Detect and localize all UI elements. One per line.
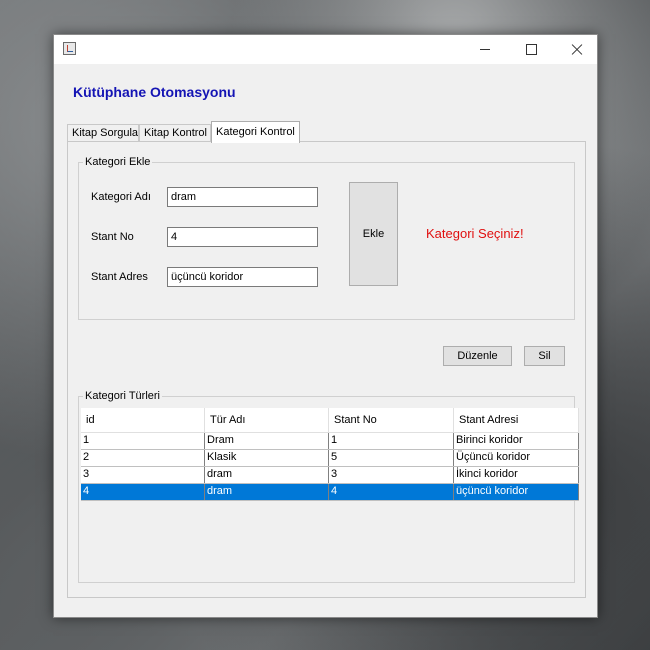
table-cell: 4 xyxy=(81,484,205,500)
table-row[interactable]: 2 Klasik 5 Üçüncü koridor xyxy=(81,450,579,467)
tab-kitap-sorgula[interactable]: Kitap Sorgula xyxy=(67,124,139,142)
table-cell: 3 xyxy=(81,467,205,483)
stant-adres-field[interactable]: üçüncü koridor xyxy=(167,267,318,287)
table-cell: 1 xyxy=(81,433,205,449)
table-cell: 2 xyxy=(81,450,205,466)
duzenle-button[interactable]: Düzenle xyxy=(443,346,512,366)
stant-no-field[interactable]: 4 xyxy=(167,227,318,247)
stant-no-label: Stant No xyxy=(91,231,134,243)
table-cell: Klasik xyxy=(205,450,329,466)
maximize-icon[interactable] xyxy=(508,35,554,64)
title-bar[interactable] xyxy=(54,35,597,64)
stant-adres-label: Stant Adres xyxy=(91,271,148,283)
tab-panel-kategori-kontrol: Kategori Ekle Kategori Adı dram Stant No… xyxy=(67,141,586,598)
table-cell: 3 xyxy=(329,467,454,483)
table-cell: İkinci koridor xyxy=(454,467,579,483)
column-header-tur-adi[interactable]: Tür Adı xyxy=(205,408,329,432)
kategori-table[interactable]: id Tür Adı Stant No Stant Adresi 1 Dram … xyxy=(81,408,579,501)
tab-kategori-kontrol[interactable]: Kategori Kontrol xyxy=(211,121,300,143)
kategori-turleri-legend: Kategori Türleri xyxy=(85,390,160,402)
kategori-turleri-group: Kategori Türleri id Tür Adı Stant No Sta… xyxy=(78,390,579,583)
close-icon[interactable] xyxy=(554,35,600,64)
java-app-icon[interactable] xyxy=(63,42,76,55)
table-cell: 5 xyxy=(329,450,454,466)
table-header: id Tür Adı Stant No Stant Adresi xyxy=(81,408,579,433)
table-cell: 4 xyxy=(329,484,454,500)
column-header-stant-adresi[interactable]: Stant Adresi xyxy=(454,408,579,432)
ekle-button[interactable]: Ekle xyxy=(349,182,398,286)
table-row[interactable]: 3 dram 3 İkinci koridor xyxy=(81,467,579,484)
column-header-stant-no[interactable]: Stant No xyxy=(329,408,454,432)
table-cell: üçüncü koridor xyxy=(454,484,579,500)
table-cell: dram xyxy=(205,484,329,500)
table-cell: Dram xyxy=(205,433,329,449)
table-cell: Birinci koridor xyxy=(454,433,579,449)
table-row-selected[interactable]: 4 dram 4 üçüncü koridor xyxy=(81,484,579,501)
kategori-ekle-legend: Kategori Ekle xyxy=(85,156,151,168)
table-cell: dram xyxy=(205,467,329,483)
app-title: Kütüphane Otomasyonu xyxy=(73,84,236,100)
column-header-id[interactable]: id xyxy=(81,408,205,432)
minimize-icon[interactable] xyxy=(462,35,508,64)
kategori-ekle-group: Kategori Ekle Kategori Adı dram Stant No… xyxy=(78,156,575,320)
table-cell: Üçüncü koridor xyxy=(454,450,579,466)
kategori-message: Kategori Seçiniz! xyxy=(426,226,524,241)
sil-button[interactable]: Sil xyxy=(524,346,565,366)
kategori-adi-label: Kategori Adı xyxy=(91,191,151,203)
table-cell: 1 xyxy=(329,433,454,449)
kategori-adi-field[interactable]: dram xyxy=(167,187,318,207)
tab-kitap-kontrol[interactable]: Kitap Kontrol xyxy=(139,124,211,142)
app-window: Kütüphane Otomasyonu Kitap Sorgula Kitap… xyxy=(53,34,598,618)
table-row[interactable]: 1 Dram 1 Birinci koridor xyxy=(81,433,579,450)
